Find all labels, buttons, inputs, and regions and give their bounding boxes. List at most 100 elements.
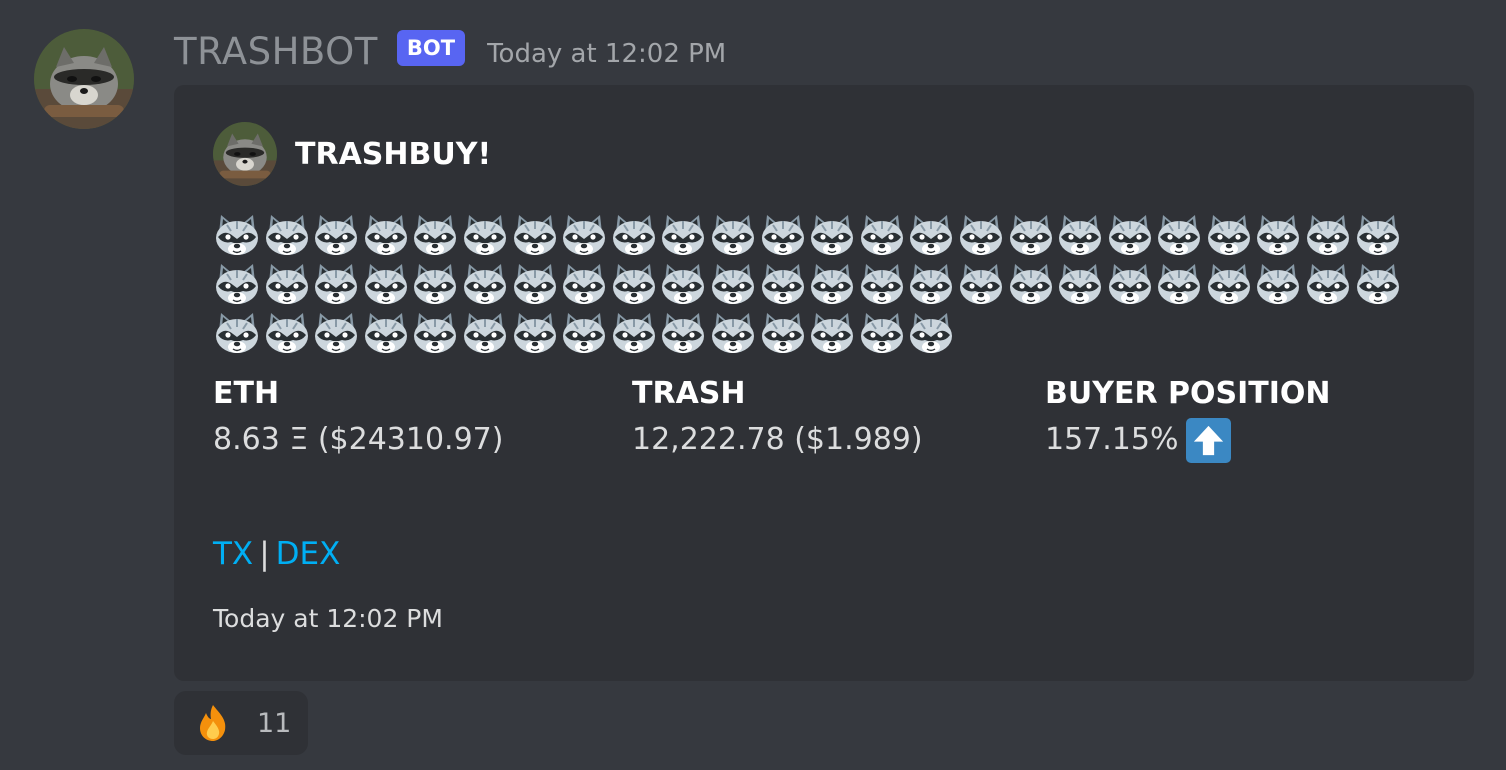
embed-links: TX | DEX — [213, 536, 340, 572]
raccoon-icon — [1007, 260, 1055, 308]
embed-author: TRASHBUY! — [213, 121, 491, 187]
raccoon-icon — [411, 309, 459, 357]
raccoon-icon — [1205, 211, 1253, 259]
raccoon-icon — [709, 260, 757, 308]
embed-card: TRASHBUY! ETH 8.63 Ξ ($24310.97) TRASH 1… — [174, 85, 1474, 681]
raccoon-icon — [1056, 211, 1104, 259]
raccoon-icon — [858, 309, 906, 357]
raccoon-icon — [411, 211, 459, 259]
field-trash: TRASH 12,222.78 ($1.989) — [632, 374, 923, 466]
raccoon-photo-icon — [213, 122, 277, 186]
emoji-row — [213, 211, 1413, 260]
raccoon-icon — [808, 309, 856, 357]
raccoon-icon — [659, 211, 707, 259]
raccoon-icon — [1155, 211, 1203, 259]
raccoon-icon — [362, 309, 410, 357]
raccoon-icon — [411, 260, 459, 308]
raccoon-icon — [263, 260, 311, 308]
field-buyer-position: BUYER POSITION 157.15% — [1045, 374, 1330, 466]
arrow-up-icon — [1186, 417, 1232, 463]
raccoon-icon — [1056, 260, 1104, 308]
raccoon-icon — [362, 211, 410, 259]
fire-reaction[interactable]: 11 — [174, 691, 308, 755]
embed-description — [213, 211, 1413, 358]
raccoon-icon — [1354, 211, 1402, 259]
raccoon-icon — [560, 211, 608, 259]
message-timestamp[interactable]: Today at 12:02 PM — [487, 39, 726, 69]
raccoon-icon — [560, 260, 608, 308]
raccoon-icon — [610, 309, 658, 357]
raccoon-icon — [659, 260, 707, 308]
username[interactable]: TRASHBOT — [174, 30, 378, 73]
raccoon-icon — [213, 211, 261, 259]
raccoon-icon — [659, 309, 707, 357]
field-name: ETH — [213, 376, 280, 411]
raccoon-icon — [312, 260, 360, 308]
bot-avatar[interactable] — [34, 29, 134, 129]
raccoon-icon — [263, 309, 311, 357]
raccoon-icon — [907, 309, 955, 357]
message-header: TRASHBOT BOT Today at 12:02 PM — [174, 26, 726, 76]
emoji-row — [213, 309, 1413, 358]
raccoon-icon — [263, 211, 311, 259]
fire-icon — [193, 703, 233, 743]
raccoon-icon — [957, 211, 1005, 259]
bot-badge: BOT — [396, 30, 466, 66]
raccoon-icon — [610, 260, 658, 308]
raccoon-icon — [610, 211, 658, 259]
raccoon-icon — [858, 211, 906, 259]
raccoon-icon — [1106, 211, 1154, 259]
raccoon-icon — [461, 260, 509, 308]
raccoon-icon — [858, 260, 906, 308]
raccoon-icon — [1304, 211, 1352, 259]
raccoon-icon — [709, 211, 757, 259]
dex-link[interactable]: DEX — [276, 536, 341, 572]
raccoon-icon — [1205, 260, 1253, 308]
raccoon-icon — [461, 309, 509, 357]
raccoon-icon — [511, 260, 559, 308]
raccoon-icon — [1254, 211, 1302, 259]
raccoon-icon — [1304, 260, 1352, 308]
raccoon-icon — [1155, 260, 1203, 308]
field-name: TRASH — [632, 376, 746, 411]
raccoon-icon — [213, 309, 261, 357]
raccoon-icon — [907, 260, 955, 308]
emoji-row — [213, 260, 1413, 309]
raccoon-icon — [312, 211, 360, 259]
raccoon-icon — [1106, 260, 1154, 308]
chat-message: TRASHBOT BOT Today at 12:02 PM TRASHBUY!… — [0, 0, 1506, 770]
field-value: 8.63 Ξ ($24310.97) — [213, 414, 503, 466]
field-value-text: 12,222.78 ($1.989) — [632, 422, 923, 457]
embed-fields: ETH 8.63 Ξ ($24310.97) TRASH 12,222.78 (… — [213, 374, 1453, 474]
raccoon-icon — [1254, 260, 1302, 308]
raccoon-icon — [907, 211, 955, 259]
raccoon-icon — [511, 211, 559, 259]
embed-footer-timestamp: Today at 12:02 PM — [213, 604, 443, 633]
raccoon-icon — [213, 260, 261, 308]
embed-author-name: TRASHBUY! — [295, 136, 492, 172]
tx-link[interactable]: TX — [213, 536, 253, 572]
reaction-count: 11 — [257, 707, 292, 739]
raccoon-icon — [759, 260, 807, 308]
field-value: 157.15% — [1045, 414, 1330, 466]
raccoon-icon — [362, 260, 410, 308]
embed-author-icon — [213, 122, 277, 186]
field-name: BUYER POSITION — [1045, 376, 1331, 411]
raccoon-icon — [312, 309, 360, 357]
raccoon-icon — [808, 260, 856, 308]
raccoon-icon — [709, 309, 757, 357]
raccoon-icon — [808, 211, 856, 259]
raccoon-icon — [461, 211, 509, 259]
field-value-text: 8.63 Ξ ($24310.97) — [213, 422, 504, 457]
field-value-text: 157.15% — [1045, 422, 1179, 457]
raccoon-icon — [560, 309, 608, 357]
field-eth: ETH 8.63 Ξ ($24310.97) — [213, 374, 503, 466]
raccoon-icon — [1354, 260, 1402, 308]
link-separator: | — [259, 536, 270, 572]
raccoon-icon — [759, 309, 807, 357]
raccoon-icon — [759, 211, 807, 259]
raccoon-icon — [511, 309, 559, 357]
raccoon-icon — [1007, 211, 1055, 259]
field-value: 12,222.78 ($1.989) — [632, 414, 923, 466]
raccoon-photo-icon — [34, 29, 134, 129]
